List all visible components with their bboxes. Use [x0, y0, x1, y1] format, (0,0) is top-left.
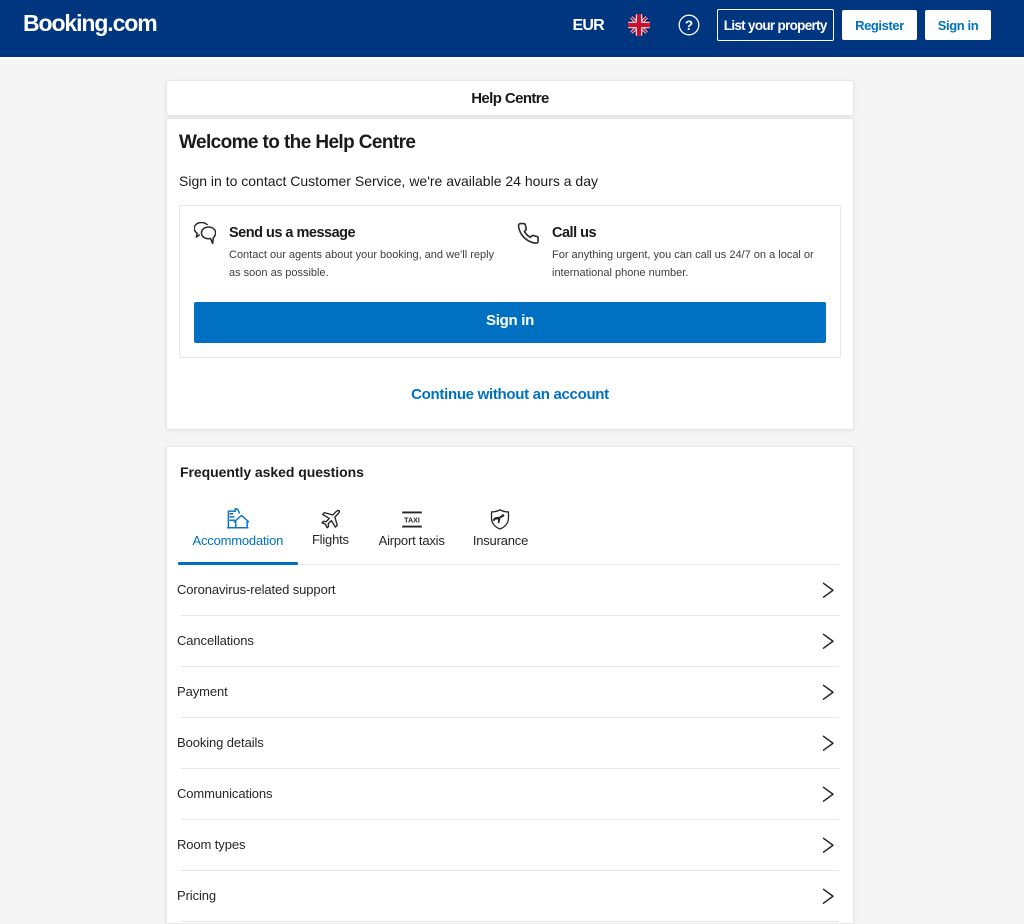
- svg-text:TAXI: TAXI: [404, 516, 420, 524]
- svg-text:?: ?: [684, 18, 692, 33]
